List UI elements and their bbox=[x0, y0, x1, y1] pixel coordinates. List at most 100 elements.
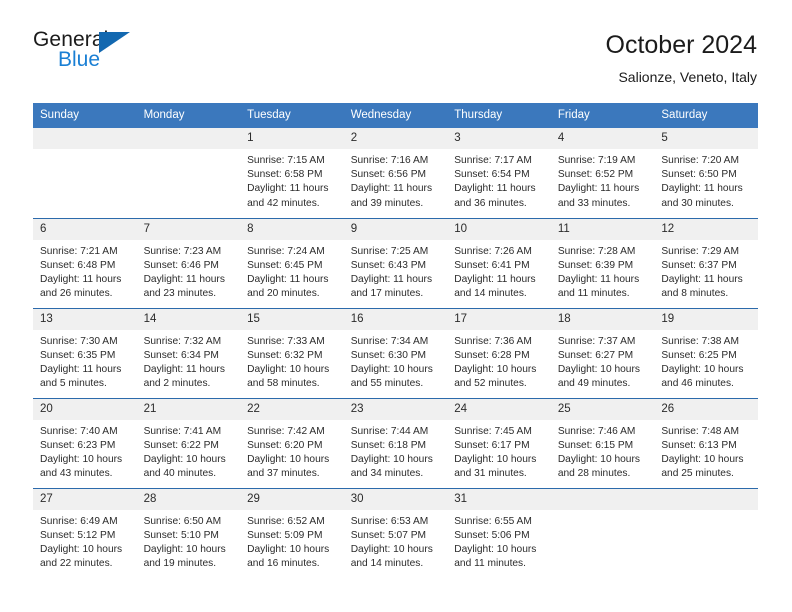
sunset-text: Sunset: 6:39 PM bbox=[557, 259, 634, 271]
calendar-day-cell[interactable]: 17 Sunrise: 7:36 AM Sunset: 6:28 PM Dayligh… bbox=[447, 307, 551, 398]
day-number: 1 bbox=[240, 128, 344, 149]
sunset-text: Sunset: 5:12 PM bbox=[40, 529, 116, 541]
calendar-day-cell[interactable]: 1 Sunrise: 7:15 AM Sunset: 6:58 PM Daylight… bbox=[240, 128, 344, 218]
sunset-text: Sunset: 6:13 PM bbox=[661, 439, 737, 451]
calendar-day-cell[interactable]: 14 Sunrise: 7:32 AM Sunset: 6:34 PM Dayligh… bbox=[136, 307, 241, 398]
sunrise-text: Sunrise: 7:40 AM bbox=[40, 425, 118, 437]
calendar-page: General Blue October 2024 Salionze, Vene… bbox=[0, 0, 792, 612]
calendar-day-cell[interactable]: 12 Sunrise: 7:29 AM Sunset: 6:37 PM Dayligh… bbox=[654, 217, 758, 308]
sunset-text: Sunset: 5:09 PM bbox=[247, 529, 323, 541]
calendar-day-cell[interactable]: 5 Sunrise: 7:20 AM Sunset: 6:50 PM Daylight… bbox=[654, 128, 758, 218]
day-number bbox=[33, 128, 137, 149]
daylight-text: Daylight: 10 hours and 16 minutes. bbox=[247, 543, 330, 570]
daylight-text: Daylight: 10 hours and 11 minutes. bbox=[454, 543, 537, 570]
calendar-day-cell[interactable]: 3 Sunrise: 7:17 AM Sunset: 6:54 PM Daylight… bbox=[447, 128, 551, 218]
sun-info: Sunrise: 7:46 AM Sunset: 6:15 PM Daylight:… bbox=[551, 420, 655, 482]
calendar-day-cell[interactable]: 11 Sunrise: 7:28 AM Sunset: 6:39 PM Dayligh… bbox=[550, 217, 655, 308]
calendar-day-cell[interactable]: 10 Sunrise: 7:26 AM Sunset: 6:41 PM Dayligh… bbox=[447, 217, 551, 308]
calendar-day-cell[interactable]: 25 Sunrise: 7:46 AM Sunset: 6:15 PM Dayligh… bbox=[550, 397, 655, 488]
calendar-table: Sunday Monday Tuesday Wednesday Thursday Frid… bbox=[33, 103, 758, 578]
day-number: 6 bbox=[33, 218, 137, 240]
sunrise-text: Sunrise: 7:21 AM bbox=[40, 245, 118, 257]
calendar-cell-empty bbox=[654, 487, 758, 578]
sunset-text: Sunset: 6:54 PM bbox=[454, 169, 530, 181]
day-number: 26 bbox=[654, 398, 758, 420]
day-number: 5 bbox=[654, 128, 758, 149]
weekday-header-friday: Friday bbox=[550, 103, 655, 128]
calendar-day-cell[interactable]: 13 Sunrise: 7:30 AM Sunset: 6:35 PM Dayligh… bbox=[33, 307, 137, 398]
sunset-text: Sunset: 6:37 PM bbox=[661, 259, 737, 271]
daylight-text: Daylight: 10 hours and 52 minutes. bbox=[454, 363, 537, 390]
sunset-text: Sunset: 5:10 PM bbox=[143, 529, 219, 541]
calendar-cell-empty bbox=[136, 128, 241, 218]
sun-info: Sunrise: 7:16 AM Sunset: 6:56 PM Daylight:… bbox=[344, 149, 448, 211]
calendar-day-cell[interactable]: 22 Sunrise: 7:42 AM Sunset: 6:20 PM Dayligh… bbox=[240, 397, 344, 488]
day-number: 28 bbox=[136, 488, 241, 510]
sunrise-text: Sunrise: 7:38 AM bbox=[661, 335, 739, 347]
calendar-day-cell[interactable]: 9 Sunrise: 7:25 AM Sunset: 6:43 PM Daylight… bbox=[343, 217, 448, 308]
general-blue-logo: General Blue bbox=[33, 28, 145, 76]
calendar-day-cell[interactable]: 8 Sunrise: 7:24 AM Sunset: 6:45 PM Daylight… bbox=[240, 217, 344, 308]
calendar-day-cell[interactable]: 30 Sunrise: 6:53 AM Sunset: 5:07 PM Dayligh… bbox=[343, 487, 448, 578]
calendar-day-cell[interactable]: 7 Sunrise: 7:23 AM Sunset: 6:46 PM Daylight… bbox=[136, 217, 241, 308]
calendar-day-cell[interactable]: 15 Sunrise: 7:33 AM Sunset: 6:32 PM Dayligh… bbox=[240, 307, 344, 398]
day-number: 18 bbox=[550, 308, 655, 330]
day-number: 12 bbox=[654, 218, 758, 240]
calendar-day-cell[interactable]: 16 Sunrise: 7:34 AM Sunset: 6:30 PM Dayligh… bbox=[343, 307, 448, 398]
calendar-cell-empty bbox=[550, 487, 655, 578]
sun-info: Sunrise: 7:34 AM Sunset: 6:30 PM Daylight:… bbox=[344, 330, 448, 392]
calendar-day-cell[interactable]: 18 Sunrise: 7:37 AM Sunset: 6:27 PM Dayligh… bbox=[550, 307, 655, 398]
calendar-day-cell[interactable]: 23 Sunrise: 7:44 AM Sunset: 6:18 PM Dayligh… bbox=[343, 397, 448, 488]
sunset-text: Sunset: 6:43 PM bbox=[350, 259, 427, 271]
sunset-text: Sunset: 6:45 PM bbox=[247, 259, 323, 271]
sunrise-text: Sunrise: 7:33 AM bbox=[247, 335, 325, 347]
day-number: 10 bbox=[447, 218, 551, 240]
sunrise-text: Sunrise: 6:52 AM bbox=[247, 515, 325, 527]
calendar-week-row: 6 Sunrise: 7:21 AM Sunset: 6:48 PM Daylight… bbox=[33, 217, 758, 308]
sunrise-text: Sunrise: 7:26 AM bbox=[454, 245, 532, 257]
page-header: General Blue October 2024 Salionze, Vene… bbox=[0, 0, 792, 85]
sunrise-text: Sunrise: 6:50 AM bbox=[143, 515, 222, 527]
sunrise-text: Sunrise: 7:44 AM bbox=[350, 425, 429, 437]
weekday-header-saturday: Saturday bbox=[654, 103, 758, 128]
sunrise-text: Sunrise: 7:15 AM bbox=[247, 155, 325, 166]
sunset-text: Sunset: 6:56 PM bbox=[350, 169, 427, 181]
sunset-text: Sunset: 6:25 PM bbox=[661, 349, 737, 361]
calendar-day-cell[interactable]: 4 Sunrise: 7:19 AM Sunset: 6:52 PM Daylight… bbox=[550, 128, 655, 218]
day-number: 20 bbox=[33, 398, 137, 420]
calendar-day-cell[interactable]: 31 Sunrise: 6:55 AM Sunset: 5:06 PM Dayligh… bbox=[447, 487, 551, 578]
day-number bbox=[550, 488, 655, 510]
calendar-day-cell[interactable]: 28 Sunrise: 6:50 AM Sunset: 5:10 PM Dayligh… bbox=[136, 487, 241, 578]
calendar-day-cell[interactable]: 24 Sunrise: 7:45 AM Sunset: 6:17 PM Dayligh… bbox=[447, 397, 551, 488]
sun-info: Sunrise: 7:38 AM Sunset: 6:25 PM Daylight:… bbox=[654, 330, 758, 392]
sunset-text: Sunset: 6:34 PM bbox=[143, 349, 219, 361]
weekday-header-sunday: Sunday bbox=[33, 103, 137, 128]
daylight-text: Daylight: 10 hours and 43 minutes. bbox=[40, 453, 123, 480]
day-number: 27 bbox=[33, 488, 137, 510]
sunset-text: Sunset: 6:58 PM bbox=[247, 169, 323, 181]
calendar-day-cell[interactable]: 29 Sunrise: 6:52 AM Sunset: 5:09 PM Dayligh… bbox=[240, 487, 344, 578]
day-number: 8 bbox=[240, 218, 344, 240]
day-number: 29 bbox=[240, 488, 344, 510]
calendar-day-cell[interactable]: 20 Sunrise: 7:40 AM Sunset: 6:23 PM Dayligh… bbox=[33, 397, 137, 488]
sun-info: Sunrise: 7:48 AM Sunset: 6:13 PM Daylight:… bbox=[654, 420, 758, 482]
calendar-day-cell[interactable]: 21 Sunrise: 7:41 AM Sunset: 6:22 PM Dayligh… bbox=[136, 397, 241, 488]
calendar-container: Sunday Monday Tuesday Wednesday Thursday Frid… bbox=[33, 103, 758, 578]
sunset-text: Sunset: 6:22 PM bbox=[143, 439, 219, 451]
sun-info: Sunrise: 7:41 AM Sunset: 6:22 PM Daylight:… bbox=[137, 420, 241, 482]
day-number: 4 bbox=[550, 128, 655, 149]
calendar-day-cell[interactable]: 27 Sunrise: 6:49 AM Sunset: 5:12 PM Dayligh… bbox=[33, 487, 137, 578]
calendar-day-cell[interactable]: 26 Sunrise: 7:48 AM Sunset: 6:13 PM Dayligh… bbox=[654, 397, 758, 488]
sun-info: Sunrise: 7:40 AM Sunset: 6:23 PM Daylight:… bbox=[33, 420, 137, 482]
day-number: 2 bbox=[343, 128, 448, 149]
sun-info: Sunrise: 7:26 AM Sunset: 6:41 PM Daylight:… bbox=[447, 240, 551, 302]
calendar-day-cell[interactable]: 2 Sunrise: 7:16 AM Sunset: 6:56 PM Daylight… bbox=[343, 128, 448, 218]
logo-text-blue: Blue bbox=[58, 48, 101, 71]
daylight-text: Daylight: 10 hours and 22 minutes. bbox=[40, 543, 123, 570]
calendar-day-cell[interactable]: 6 Sunrise: 7:21 AM Sunset: 6:48 PM Daylight… bbox=[33, 217, 137, 308]
day-number: 22 bbox=[240, 398, 344, 420]
sun-info: Sunrise: 6:53 AM Sunset: 5:07 PM Daylight:… bbox=[344, 510, 448, 572]
daylight-text: Daylight: 11 hours and 26 minutes. bbox=[40, 273, 122, 300]
calendar-day-cell[interactable]: 19 Sunrise: 7:38 AM Sunset: 6:25 PM Dayligh… bbox=[654, 307, 758, 398]
sun-info: Sunrise: 6:50 AM Sunset: 5:10 PM Daylight:… bbox=[137, 510, 241, 572]
